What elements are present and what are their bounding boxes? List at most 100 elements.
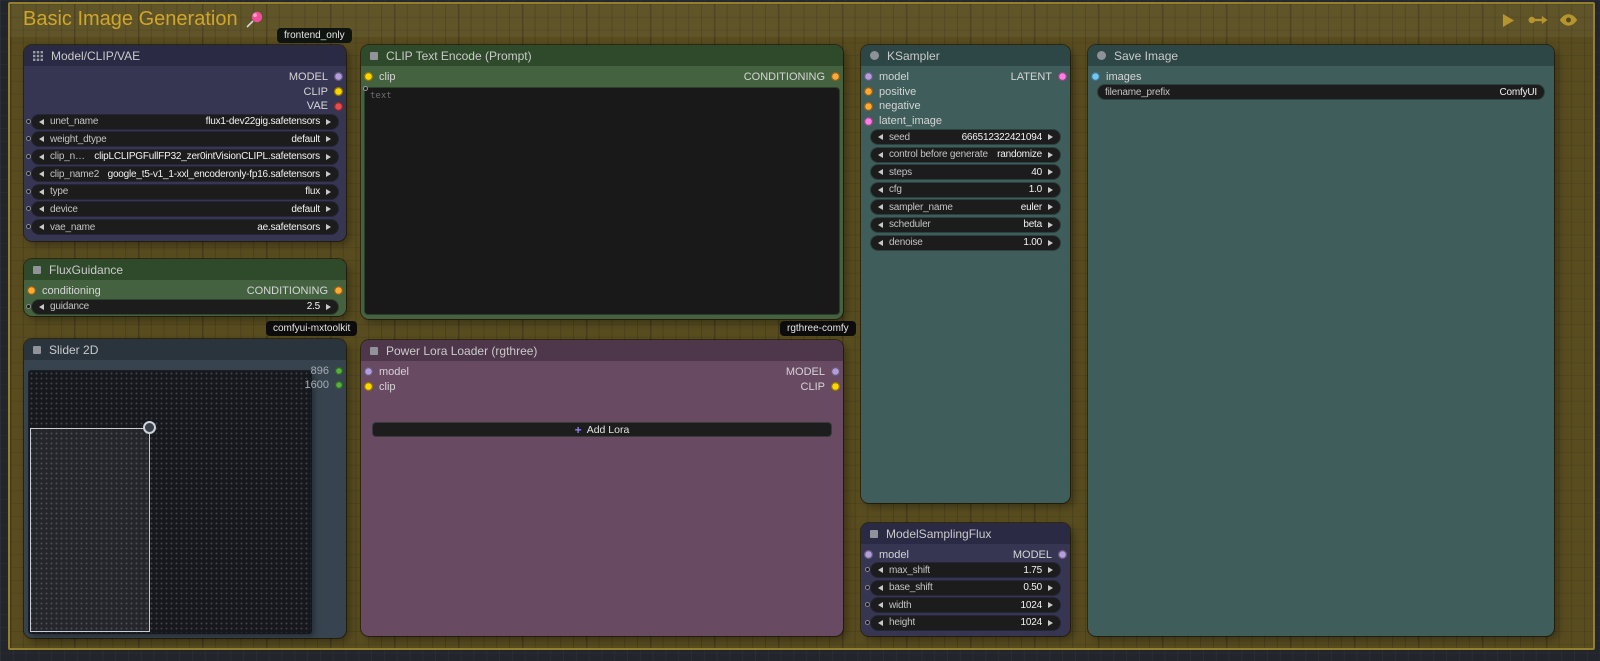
node-power-lora-loader-header[interactable]: Power Lora Loader (rgthree) [361, 340, 843, 361]
node-clip-text-encode-header[interactable]: CLIP Text Encode (Prompt) [361, 45, 843, 66]
increment-arrow-icon[interactable] [326, 206, 331, 212]
slider-selection-rect[interactable] [30, 428, 150, 632]
widget-cfg[interactable]: cfg 1.0 [871, 183, 1060, 197]
node-slider-2d[interactable]: Slider 2D 896 1600 [24, 339, 346, 638]
increment-arrow-icon[interactable] [1048, 187, 1053, 193]
bypass-group-icon[interactable] [1527, 11, 1549, 29]
decrement-arrow-icon[interactable] [878, 240, 883, 246]
increment-arrow-icon[interactable] [1048, 204, 1053, 210]
increment-arrow-icon[interactable] [326, 136, 331, 142]
widget-steps[interactable]: steps 40 [871, 165, 1060, 179]
widget-input-socket[interactable] [26, 206, 31, 211]
decrement-arrow-icon[interactable] [878, 585, 883, 591]
widget-input-socket[interactable] [26, 119, 31, 124]
increment-arrow-icon[interactable] [326, 171, 331, 177]
decrement-arrow-icon[interactable] [878, 134, 883, 140]
widget-height[interactable]: height 1024 [871, 616, 1060, 630]
input-socket-negative[interactable] [864, 102, 873, 111]
widget-input-socket[interactable] [865, 567, 870, 572]
input-socket-model[interactable] [864, 72, 873, 81]
widget-input-socket[interactable] [865, 602, 870, 607]
decrement-arrow-icon[interactable] [878, 602, 883, 608]
output-socket-clip[interactable] [831, 382, 840, 391]
output-socket-conditioning[interactable] [334, 286, 343, 295]
widget-input-socket[interactable] [26, 171, 31, 176]
increment-arrow-icon[interactable] [1048, 222, 1053, 228]
input-socket-clip[interactable] [364, 382, 373, 391]
decrement-arrow-icon[interactable] [878, 567, 883, 573]
input-socket-positive[interactable] [864, 87, 873, 96]
output-socket-conditioning[interactable] [831, 72, 840, 81]
input-socket-model[interactable] [864, 550, 873, 559]
slider-2d-pad[interactable] [29, 371, 311, 633]
increment-arrow-icon[interactable] [1048, 567, 1053, 573]
node-save-image-header[interactable]: Save Image [1088, 45, 1554, 66]
widget-device[interactable]: device default [32, 202, 338, 216]
decrement-arrow-icon[interactable] [878, 204, 883, 210]
output-socket-model[interactable] [334, 72, 343, 81]
node-ksampler[interactable]: KSampler model LATENT positiv [861, 45, 1070, 503]
widget-input-socket[interactable] [26, 136, 31, 141]
widget-input-socket[interactable] [26, 304, 31, 309]
node-flux-guidance[interactable]: FluxGuidance conditioning CONDITIONING [24, 259, 346, 316]
text-widget-input-socket[interactable] [363, 86, 368, 91]
widget-scheduler[interactable]: scheduler beta [871, 218, 1060, 232]
group-basic-image-generation[interactable]: Basic Image Generation [8, 2, 1595, 650]
node-power-lora-loader[interactable]: Power Lora Loader (rgthree) model MODEL [361, 340, 843, 636]
node-flux-guidance-header[interactable]: FluxGuidance [24, 259, 346, 280]
widget-input-socket[interactable] [26, 189, 31, 194]
increment-arrow-icon[interactable] [1048, 169, 1053, 175]
node-save-image[interactable]: Save Image images filename_prefix ComfyU… [1088, 45, 1554, 636]
increment-arrow-icon[interactable] [326, 154, 331, 160]
widget-width[interactable]: width 1024 [871, 598, 1060, 612]
eye-visibility-icon[interactable] [1557, 11, 1579, 29]
decrement-arrow-icon[interactable] [39, 304, 44, 310]
increment-arrow-icon[interactable] [1048, 134, 1053, 140]
increment-arrow-icon[interactable] [1048, 602, 1053, 608]
input-socket-images[interactable] [1091, 72, 1100, 81]
increment-arrow-icon[interactable] [1048, 620, 1053, 626]
slider-handle[interactable] [143, 421, 156, 434]
node-clip-text-encode[interactable]: CLIP Text Encode (Prompt) clip CONDITION… [361, 45, 843, 319]
decrement-arrow-icon[interactable] [39, 119, 44, 125]
widget-control-before-generate[interactable]: control before generate randomize [871, 148, 1060, 162]
widget-max-shift[interactable]: max_shift 1.75 [871, 563, 1060, 577]
node-ksampler-header[interactable]: KSampler [861, 45, 1070, 66]
increment-arrow-icon[interactable] [326, 119, 331, 125]
increment-arrow-icon[interactable] [1048, 585, 1053, 591]
decrement-arrow-icon[interactable] [39, 206, 44, 212]
widget-vae-name[interactable]: vae_name ae.safetensors [32, 220, 338, 234]
decrement-arrow-icon[interactable] [39, 154, 44, 160]
output-socket-latent[interactable] [1058, 72, 1067, 81]
widget-unet-name[interactable]: unet_name flux1-dev22gig.safetensors [32, 115, 338, 129]
increment-arrow-icon[interactable] [326, 224, 331, 230]
output-socket-clip[interactable] [334, 87, 343, 96]
node-model-clip-vae-header[interactable]: Model/CLIP/VAE [24, 45, 346, 66]
decrement-arrow-icon[interactable] [878, 222, 883, 228]
node-model-sampling-flux-header[interactable]: ModelSamplingFlux [861, 523, 1070, 544]
output-socket-model[interactable] [831, 367, 840, 376]
widget-clip-name2[interactable]: clip_name2 google_t5-v1_1-xxl_encoderonl… [32, 167, 338, 181]
output-socket-int[interactable] [335, 367, 343, 375]
decrement-arrow-icon[interactable] [878, 169, 883, 175]
widget-input-socket[interactable] [865, 585, 870, 590]
graph-canvas[interactable]: Basic Image Generation [0, 0, 1600, 661]
widget-weight-dtype[interactable]: weight_dtype default [32, 132, 338, 146]
widget-seed[interactable]: seed 666512322421094 [871, 130, 1060, 144]
increment-arrow-icon[interactable] [1048, 240, 1053, 246]
widget-input-socket[interactable] [26, 224, 31, 229]
node-slider-2d-header[interactable]: Slider 2D [24, 339, 346, 360]
decrement-arrow-icon[interactable] [878, 187, 883, 193]
decrement-arrow-icon[interactable] [39, 136, 44, 142]
decrement-arrow-icon[interactable] [39, 189, 44, 195]
widget-denoise[interactable]: denoise 1.00 [871, 236, 1060, 250]
output-socket-vae[interactable] [334, 102, 343, 111]
run-group-icon[interactable] [1497, 11, 1519, 29]
widget-type[interactable]: type flux [32, 185, 338, 199]
decrement-arrow-icon[interactable] [878, 152, 883, 158]
node-model-sampling-flux[interactable]: ModelSamplingFlux model MODEL [861, 523, 1070, 636]
widget-base-shift[interactable]: base_shift 0.50 [871, 581, 1060, 595]
widget-guidance[interactable]: guidance 2.5 [32, 300, 338, 314]
input-socket-latent-image[interactable] [864, 117, 873, 126]
widget-input-socket[interactable] [865, 620, 870, 625]
